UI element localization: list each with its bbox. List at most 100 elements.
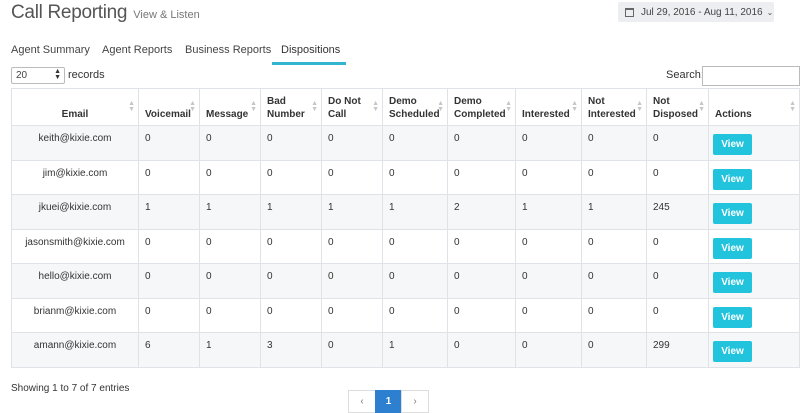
- pagination-prev-button[interactable]: ‹: [348, 390, 376, 413]
- active-tab-indicator: [272, 62, 346, 65]
- cell-do-not-call: 0: [321, 297, 383, 333]
- cell-demo-scheduled: 0: [382, 263, 448, 299]
- table-row: hello@kixie.com 0 0 0 0 0 0 0 0 0 View: [11, 263, 800, 299]
- cell-interested: 1: [515, 194, 582, 230]
- cell-not-interested: 0: [581, 125, 647, 161]
- cell-do-not-call: 0: [321, 125, 383, 161]
- cell-demo-completed: 0: [447, 228, 516, 264]
- sort-icon: ▲ ▼: [128, 100, 135, 113]
- cell-demo-completed: 0: [447, 159, 516, 195]
- column-header-label: Actions: [715, 109, 752, 120]
- tab-business-reports[interactable]: Business Reports: [185, 44, 271, 56]
- column-header-label: Message: [206, 109, 249, 120]
- column-header-label: Email: [61, 109, 89, 120]
- sort-icon: ▲ ▼: [189, 100, 196, 113]
- view-button[interactable]: View: [713, 168, 752, 190]
- cell-actions: View: [708, 159, 800, 195]
- view-button[interactable]: View: [713, 272, 752, 293]
- column-header[interactable]: Interested ▲ ▼: [515, 88, 582, 126]
- cell-demo-scheduled: 0: [382, 159, 448, 195]
- view-button[interactable]: View: [713, 341, 752, 362]
- column-header[interactable]: Voicemail ▲ ▼: [138, 88, 200, 126]
- tab-agent-reports[interactable]: Agent Reports: [102, 44, 172, 56]
- cell-not-disposed: 0: [646, 228, 709, 264]
- table-row: jim@kixie.com 0 0 0 0 0 0 0 0 0 View: [11, 159, 800, 195]
- report-tabs: Agent Summary Agent Reports Business Rep…: [0, 44, 800, 66]
- search-input[interactable]: [702, 66, 800, 86]
- cell-bad-number: 0: [260, 297, 322, 333]
- cell-voicemail: 0: [138, 297, 200, 333]
- tab-dispositions[interactable]: Dispositions: [281, 44, 340, 56]
- cell-demo-scheduled: 0: [382, 228, 448, 264]
- column-header[interactable]: Not Interested ▲ ▼: [581, 88, 647, 126]
- sort-icon: ▲ ▼: [372, 100, 379, 113]
- tab-agent-summary[interactable]: Agent Summary: [11, 44, 90, 56]
- cell-not-interested: 0: [581, 263, 647, 299]
- column-header[interactable]: Actions ▲ ▼: [708, 88, 800, 126]
- cell-not-interested: 0: [581, 159, 647, 195]
- select-arrows-icon: ▲ ▼: [54, 68, 61, 81]
- sort-icon: ▲ ▼: [789, 100, 796, 113]
- date-range-picker[interactable]: Jul 29, 2016 - Aug 11, 2016 ⌄: [618, 2, 774, 22]
- cell-not-disposed: 0: [646, 297, 709, 333]
- cell-bad-number: 0: [260, 228, 322, 264]
- view-button[interactable]: View: [713, 134, 752, 155]
- cell-do-not-call: 0: [321, 228, 383, 264]
- sort-icon: ▲ ▼: [311, 100, 318, 113]
- table-row: amann@kixie.com 6 1 3 0 1 0 0 0 299 View: [11, 332, 800, 368]
- cell-not-interested: 0: [581, 332, 647, 368]
- cell-not-disposed: 0: [646, 263, 709, 299]
- column-header[interactable]: Do Not Call ▲ ▼: [321, 88, 383, 126]
- column-header[interactable]: Message ▲ ▼: [199, 88, 261, 126]
- cell-bad-number: 0: [260, 263, 322, 299]
- pagination-next-button[interactable]: ›: [401, 390, 429, 413]
- cell-bad-number: 0: [260, 159, 322, 195]
- column-header[interactable]: Bad Number ▲ ▼: [260, 88, 322, 126]
- view-button[interactable]: View: [713, 203, 752, 224]
- sort-icon: ▲ ▼: [571, 100, 578, 113]
- cell-not-disposed: 299: [646, 332, 709, 368]
- cell-message: 0: [199, 263, 261, 299]
- cell-demo-scheduled: 0: [382, 125, 448, 161]
- column-header[interactable]: Demo Completed ▲ ▼: [447, 88, 516, 126]
- cell-bad-number: 0: [260, 125, 322, 161]
- page-title: Call Reporting: [11, 2, 128, 23]
- cell-message: 1: [199, 332, 261, 368]
- cell-actions: View: [708, 332, 800, 368]
- column-header[interactable]: Not Disposed ▲ ▼: [646, 88, 709, 126]
- view-button[interactable]: View: [713, 237, 752, 259]
- cell-demo-scheduled: 1: [382, 332, 448, 368]
- column-header-label: Interested: [522, 109, 570, 120]
- column-header[interactable]: Email ▲ ▼: [11, 88, 139, 126]
- column-header-label: Bad Number: [267, 96, 305, 120]
- cell-message: 0: [199, 297, 261, 333]
- sort-icon: ▲ ▼: [437, 100, 444, 113]
- search-label: Search:: [666, 69, 704, 81]
- cell-email: amann@kixie.com: [11, 332, 139, 368]
- cell-interested: 0: [515, 125, 582, 161]
- page-header: Call Reporting View & Listen: [11, 2, 200, 24]
- table-row: jasonsmith@kixie.com 0 0 0 0 0 0 0 0 0 View: [11, 228, 800, 264]
- pagination-page-1[interactable]: 1: [375, 390, 402, 413]
- cell-actions: View: [708, 263, 800, 299]
- cell-email: keith@kixie.com: [11, 125, 139, 161]
- cell-demo-scheduled: 1: [382, 194, 448, 230]
- column-header-label: Not Disposed: [653, 96, 699, 120]
- date-range-label: Jul 29, 2016 - Aug 11, 2016: [641, 6, 763, 18]
- view-button[interactable]: View: [713, 306, 752, 328]
- cell-actions: View: [708, 228, 800, 264]
- sort-icon: ▲ ▼: [636, 100, 643, 113]
- page-length-select[interactable]: 20 ▲ ▼: [11, 67, 65, 84]
- column-header[interactable]: Demo Scheduled ▲ ▼: [382, 88, 448, 126]
- cell-message: 0: [199, 228, 261, 264]
- table-row: jkuei@kixie.com 1 1 1 1 1 2 1 1 245 View: [11, 194, 800, 230]
- cell-bad-number: 3: [260, 332, 322, 368]
- column-header-label: Not Interested: [588, 96, 636, 120]
- cell-not-interested: 0: [581, 228, 647, 264]
- records-label: records: [68, 69, 105, 81]
- cell-email: brianm@kixie.com: [11, 297, 139, 333]
- cell-interested: 0: [515, 263, 582, 299]
- cell-voicemail: 1: [138, 194, 200, 230]
- cell-demo-completed: 2: [447, 194, 516, 230]
- cell-email: jasonsmith@kixie.com: [11, 228, 139, 264]
